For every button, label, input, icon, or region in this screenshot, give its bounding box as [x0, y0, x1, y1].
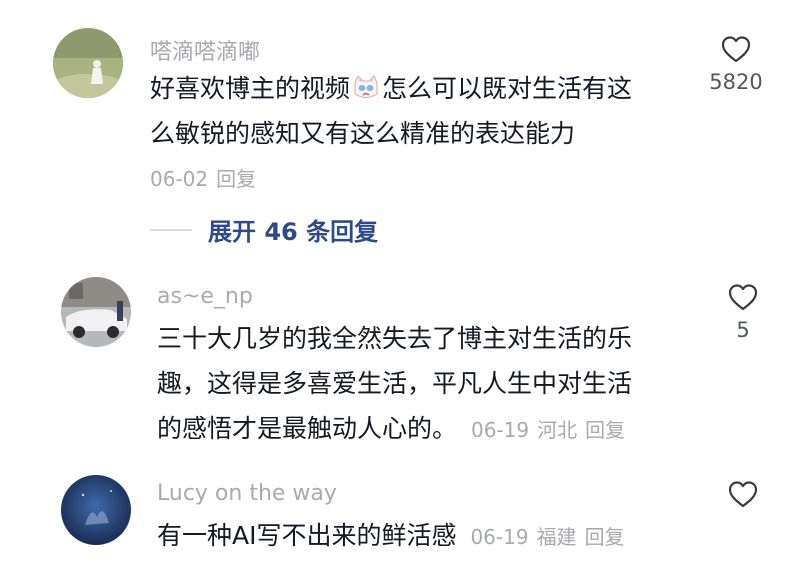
avatar-photo — [61, 277, 131, 347]
heart-outline-icon — [721, 36, 751, 63]
comment-date: 06-02 — [150, 167, 209, 191]
avatar-photo — [53, 28, 123, 98]
comment-date: 06-19 — [470, 525, 529, 549]
comment-location: 福建 — [536, 525, 577, 549]
like-button[interactable]: 5820 — [706, 34, 766, 94]
like-button[interactable]: 5 — [713, 282, 773, 342]
reply-button[interactable]: 回复 — [216, 167, 256, 191]
reply-button[interactable]: 回复 — [585, 525, 625, 549]
comment-text-line: 有一种AI写不出来的鲜活感 — [157, 521, 457, 550]
comment-text-line: 么敏锐的感知又有这么精准的表达能力 — [150, 119, 576, 148]
comment-date: 06-19 — [470, 418, 530, 442]
comment-text: 三十大几岁的我全然失去了博主对生活的乐 趣，这得是多喜爱生活，平凡人生中对生活 … — [157, 316, 633, 453]
comment-meta: 06-19 河北 回复 — [471, 418, 633, 442]
avatar-photo — [61, 475, 131, 545]
comment-text-line: 三十大几岁的我全然失去了博主对生活的乐 — [157, 324, 633, 353]
like-button[interactable] — [713, 479, 773, 509]
comment-meta: 06-19 福建 回复 — [470, 525, 632, 549]
username[interactable]: Lucy on the way — [157, 481, 337, 506]
heart-outline-icon — [728, 284, 758, 311]
comment-location: 河北 — [537, 418, 578, 442]
username[interactable]: 嗒滴嗒滴嘟 — [150, 34, 260, 66]
crying-cat-emoji-icon — [354, 75, 378, 98]
comment-text: 有一种AI写不出来的鲜活感 06-19 福建 回复 — [157, 513, 633, 560]
expand-replies-button[interactable]: 展开 46 条回复 — [150, 212, 378, 247]
avatar[interactable] — [61, 277, 131, 347]
comment-meta: 06-02 回复 — [150, 163, 264, 192]
heart-outline-icon — [728, 481, 758, 508]
username[interactable]: as~e_np — [157, 284, 253, 309]
comment-text: 好喜欢博主的视频 怎么可以既对生活有这 么敏锐的感知又有这么精准的表达能力 — [150, 66, 632, 156]
divider — [150, 228, 192, 231]
like-count: 5 — [736, 318, 750, 342]
avatar[interactable] — [61, 475, 131, 545]
like-count: 5820 — [709, 70, 763, 94]
comment-text-line: 怎么可以既对生活有这 — [382, 74, 633, 103]
comment-text-line: 的感悟才是最触动人心的。 — [157, 414, 458, 443]
avatar[interactable] — [53, 28, 123, 98]
comment-text-line: 趣，这得是多喜爱生活，平凡人生中对生活 — [157, 369, 633, 398]
expand-replies-label: 展开 46 条回复 — [208, 218, 379, 246]
reply-button[interactable]: 回复 — [585, 418, 625, 442]
comment-text-line: 好喜欢博主的视频 — [150, 74, 351, 103]
